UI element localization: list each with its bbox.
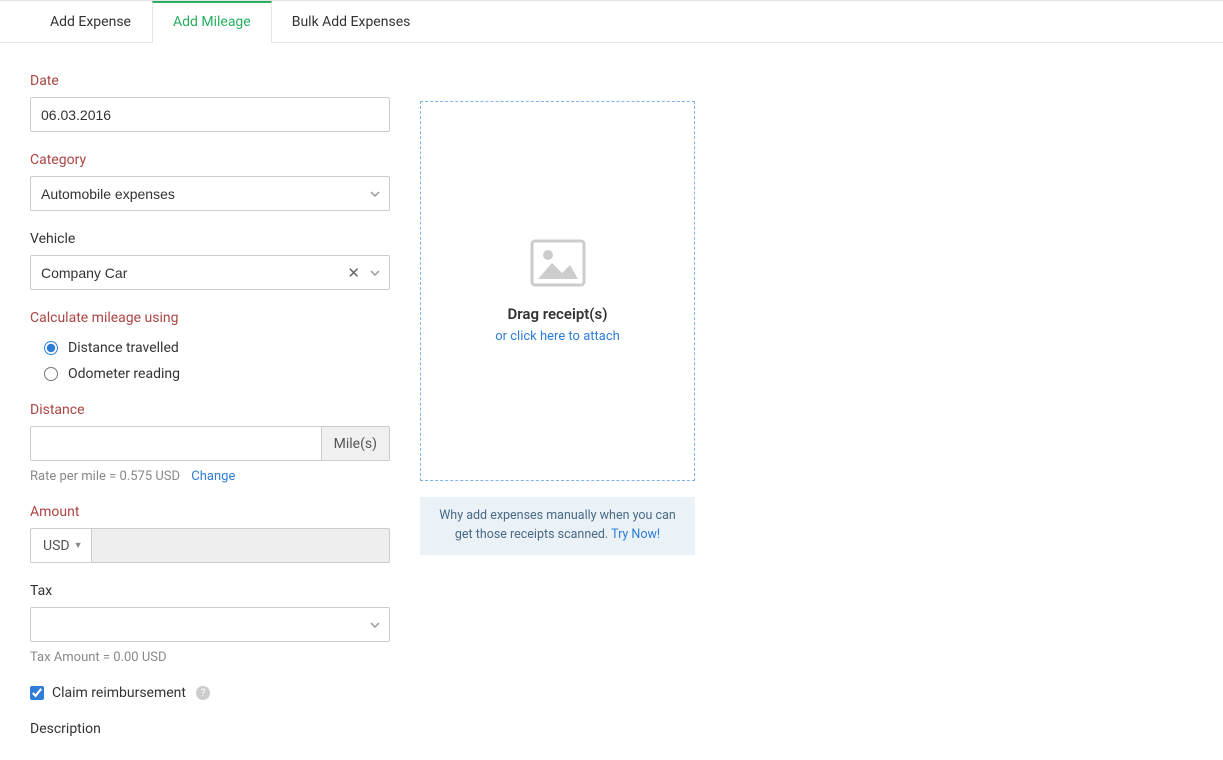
change-rate-link[interactable]: Change xyxy=(191,469,235,484)
distance-label: Distance xyxy=(30,402,390,418)
try-now-link[interactable]: Try Now! xyxy=(611,527,660,542)
date-input[interactable] xyxy=(30,97,390,132)
click-attach-text: or click here to attach xyxy=(495,329,620,344)
radio-distance-label: Distance travelled xyxy=(68,340,179,356)
claim-reimbursement-label: Claim reimbursement xyxy=(52,685,186,701)
help-icon[interactable]: ? xyxy=(196,686,210,700)
radio-distance-travelled[interactable]: Distance travelled xyxy=(30,340,390,356)
description-label: Description xyxy=(30,721,390,737)
amount-label: Amount xyxy=(30,504,390,520)
tab-add-expense[interactable]: Add Expense xyxy=(30,1,152,42)
tax-select[interactable] xyxy=(30,607,390,642)
calculate-mileage-label: Calculate mileage using xyxy=(30,310,390,326)
distance-input[interactable] xyxy=(30,426,322,461)
radio-distance-input[interactable] xyxy=(44,341,58,355)
tax-label: Tax xyxy=(30,583,390,599)
distance-unit: Mile(s) xyxy=(322,426,390,461)
claim-reimbursement-checkbox[interactable] xyxy=(30,686,44,700)
caret-down-icon: ▼ xyxy=(74,540,83,551)
amount-input xyxy=(92,528,391,563)
radio-odometer-label: Odometer reading xyxy=(68,366,180,382)
scan-banner: Why add expenses manually when you can g… xyxy=(420,497,695,555)
tab-add-mileage[interactable]: Add Mileage xyxy=(152,1,272,43)
tab-bulk-add-expenses[interactable]: Bulk Add Expenses xyxy=(272,1,432,42)
date-label: Date xyxy=(30,73,390,89)
radio-odometer-reading[interactable]: Odometer reading xyxy=(30,366,390,382)
tabs-bar: Add Expense Add Mileage Bulk Add Expense… xyxy=(0,1,1223,43)
rate-note: Rate per mile = 0.575 USD Change xyxy=(30,469,390,484)
tax-amount-note: Tax Amount = 0.00 USD xyxy=(30,650,390,665)
receipt-dropzone[interactable]: Drag receipt(s) or click here to attach xyxy=(420,101,695,481)
vehicle-label: Vehicle xyxy=(30,231,390,247)
clear-vehicle-icon[interactable]: ✕ xyxy=(347,264,360,282)
image-placeholder-icon xyxy=(530,239,586,291)
claim-reimbursement-row[interactable]: Claim reimbursement ? xyxy=(30,685,390,701)
vehicle-select[interactable] xyxy=(30,255,390,290)
radio-odometer-input[interactable] xyxy=(44,367,58,381)
category-select[interactable] xyxy=(30,176,390,211)
drag-receipts-text: Drag receipt(s) xyxy=(507,305,607,323)
currency-selector[interactable]: USD ▼ xyxy=(30,528,92,563)
category-label: Category xyxy=(30,152,390,168)
currency-code: USD xyxy=(43,538,70,554)
